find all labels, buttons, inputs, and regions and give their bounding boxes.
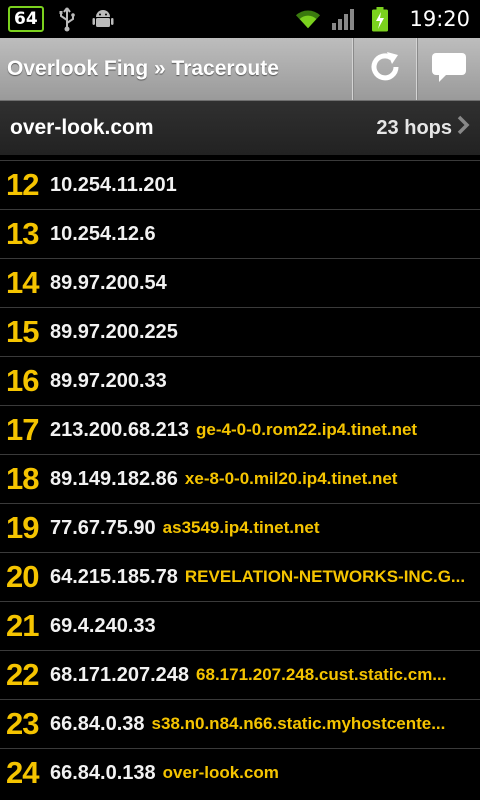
hop-row[interactable]: 24 66.84.0.138 over-look.com xyxy=(0,748,480,797)
hop-hostname: as3549.ip4.tinet.net xyxy=(162,518,320,537)
hop-row[interactable]: 23 66.84.0.38 s38.n0.n84.n66.static.myho… xyxy=(0,699,480,748)
hop-number: 13 xyxy=(6,216,39,251)
hop-number: 21 xyxy=(6,608,39,643)
hop-ip: 89.97.200.225 xyxy=(50,320,178,343)
hop-ip: 89.97.200.33 xyxy=(50,369,167,392)
hop-number: 23 xyxy=(6,706,39,741)
chevron-right-icon xyxy=(456,115,470,141)
hop-number: 24 xyxy=(6,755,39,790)
hop-ip: 68.171.207.248 xyxy=(50,663,190,686)
hop-number: 12 xyxy=(6,167,39,202)
hop-number: 14 xyxy=(6,265,39,300)
hop-row[interactable]: 14 89.97.200.54 xyxy=(0,258,480,307)
hop-row[interactable]: 12 10.254.11.201 xyxy=(0,160,480,209)
target-host: over-look.com xyxy=(10,116,154,139)
hop-row[interactable]: 18 89.149.182.86 xe-8-0-0.mil20.ip4.tine… xyxy=(0,454,480,503)
hop-row[interactable]: 19 77.67.75.90 as3549.ip4.tinet.net xyxy=(0,503,480,552)
status-clock: 19:20 xyxy=(409,7,470,31)
hop-ip: 66.84.0.138 xyxy=(50,761,156,784)
hop-number: 20 xyxy=(6,559,39,594)
hop-row[interactable]: 20 64.215.185.78 REVELATION-NETWORKS-INC… xyxy=(0,552,480,601)
hop-row[interactable]: 16 89.97.200.33 xyxy=(0,356,480,405)
hop-ip: 89.149.182.86 xyxy=(50,467,178,490)
refresh-button[interactable] xyxy=(352,38,416,100)
status-bar: 64 19:20 xyxy=(0,0,480,38)
app-title: Overlook Fing » Traceroute xyxy=(7,57,279,80)
battery-charging-icon xyxy=(367,6,393,32)
hop-hostname: REVELATION-NETWORKS-INC.G... xyxy=(184,567,466,586)
hop-row[interactable]: 21 69.4.240.33 xyxy=(0,601,480,650)
hop-ip: 213.200.68.213 xyxy=(50,418,190,441)
hop-ip: 64.215.185.78 xyxy=(50,565,178,588)
comment-button[interactable] xyxy=(416,38,480,100)
hop-number: 18 xyxy=(6,461,39,496)
hop-row[interactable]: 17 213.200.68.213 ge-4-0-0.rom22.ip4.tin… xyxy=(0,405,480,454)
hop-hostname: ge-4-0-0.rom22.ip4.tinet.net xyxy=(196,420,418,439)
hop-ip: 10.254.11.201 xyxy=(50,173,177,196)
hop-row[interactable]: 13 10.254.12.6 xyxy=(0,209,480,258)
usb-icon xyxy=(54,6,80,32)
hops-label: 23 hops xyxy=(376,116,452,139)
comment-icon xyxy=(430,49,468,89)
hop-ip: 89.97.200.54 xyxy=(50,271,167,294)
signal-icon xyxy=(331,6,357,32)
refresh-icon xyxy=(367,49,403,89)
hop-number: 15 xyxy=(6,314,39,349)
hop-number: 16 xyxy=(6,363,39,398)
android-debug-icon xyxy=(90,6,116,32)
hops-count: 23 hops xyxy=(376,115,480,141)
hop-number: 19 xyxy=(6,510,39,545)
hop-row[interactable]: 15 89.97.200.225 xyxy=(0,307,480,356)
hop-ip: 10.254.12.6 xyxy=(50,222,156,245)
hop-list[interactable]: 12 10.254.11.201 13 10.254.12.6 14 89.97… xyxy=(0,160,480,800)
hop-hostname: xe-8-0-0.mil20.ip4.tinet.net xyxy=(184,469,398,488)
hop-ip: 66.84.0.38 xyxy=(50,712,145,735)
target-header[interactable]: over-look.com 23 hops xyxy=(0,101,480,156)
hop-hostname: s38.n0.n84.n66.static.myhostcente... xyxy=(151,714,446,733)
wifi-icon xyxy=(295,6,321,32)
hop-number: 22 xyxy=(6,657,39,692)
hop-hostname: 68.171.207.248.cust.static.cm... xyxy=(196,665,447,684)
hop-ip: 69.4.240.33 xyxy=(50,614,156,637)
hop-number: 17 xyxy=(6,412,39,447)
hop-row[interactable]: 22 68.171.207.248 68.171.207.248.cust.st… xyxy=(0,650,480,699)
action-bar: Overlook Fing » Traceroute xyxy=(0,38,480,101)
notification-count-badge: 64 xyxy=(8,6,44,32)
hop-ip: 77.67.75.90 xyxy=(50,516,156,539)
hop-hostname: over-look.com xyxy=(162,763,279,782)
